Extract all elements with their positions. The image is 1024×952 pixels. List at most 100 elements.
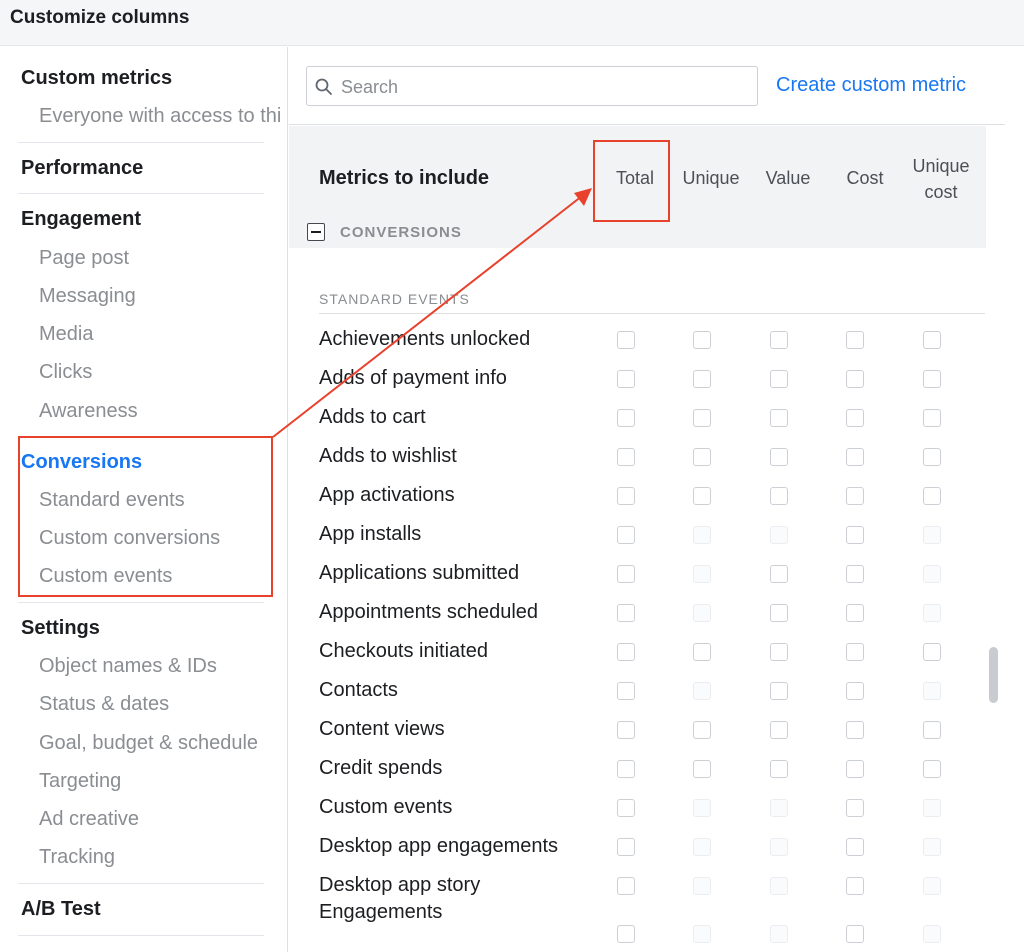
- checkbox-value[interactable]: [770, 370, 788, 388]
- checkbox-unique[interactable]: [693, 409, 711, 427]
- checkbox-unique[interactable]: [693, 721, 711, 739]
- checkbox-cost[interactable]: [846, 799, 864, 817]
- checkbox-unique[interactable]: [693, 448, 711, 466]
- checkbox-cost[interactable]: [846, 643, 864, 661]
- checkbox-value[interactable]: [770, 925, 788, 943]
- checkbox-unique-cost[interactable]: [923, 409, 941, 427]
- divider: [319, 313, 985, 314]
- checkbox-unique[interactable]: [693, 925, 711, 943]
- checkbox-cost[interactable]: [846, 409, 864, 427]
- checkbox-unique-cost: [923, 565, 941, 583]
- search-bar-area: Create custom metric: [289, 47, 1005, 125]
- checkbox-cost[interactable]: [846, 682, 864, 700]
- sidebar-item-status-dates[interactable]: Status & dates: [39, 693, 169, 716]
- checkbox-value[interactable]: [770, 604, 788, 622]
- column-header-unique: Unique: [682, 168, 740, 188]
- checkbox-unique-cost[interactable]: [923, 487, 941, 505]
- checkbox-value[interactable]: [770, 760, 788, 778]
- checkbox-total[interactable]: [617, 877, 635, 895]
- sidebar-custom-metrics[interactable]: Custom metrics: [21, 67, 172, 90]
- checkbox-value[interactable]: [770, 643, 788, 661]
- checkbox-total[interactable]: [617, 409, 635, 427]
- scrollbar-thumb[interactable]: [989, 647, 998, 703]
- checkbox-cost[interactable]: [846, 925, 864, 943]
- checkbox-total[interactable]: [617, 565, 635, 583]
- sidebar-item-custom-events[interactable]: Custom events: [39, 565, 172, 588]
- checkbox-unique[interactable]: [693, 487, 711, 505]
- checkbox-value[interactable]: [770, 448, 788, 466]
- sidebar-item-custom-conversions[interactable]: Custom conversions: [39, 527, 220, 550]
- checkbox-total[interactable]: [617, 838, 635, 856]
- checkbox-value[interactable]: [770, 565, 788, 583]
- checkbox-cost[interactable]: [846, 487, 864, 505]
- checkbox-value[interactable]: [770, 409, 788, 427]
- checkbox-cost[interactable]: [846, 331, 864, 349]
- checkbox-unique-cost[interactable]: [923, 760, 941, 778]
- conversions-section-label: CONVERSIONS: [340, 224, 462, 241]
- checkbox-value[interactable]: [770, 487, 788, 505]
- checkbox-unique-cost[interactable]: [923, 721, 941, 739]
- checkbox-unique-cost[interactable]: [923, 370, 941, 388]
- sidebar-item-object-names[interactable]: Object names & IDs: [39, 655, 217, 678]
- checkbox-total[interactable]: [617, 760, 635, 778]
- checkbox-unique-cost[interactable]: [923, 925, 941, 943]
- checkbox-unique-cost[interactable]: [923, 643, 941, 661]
- minus-square-icon[interactable]: [307, 223, 325, 241]
- checkbox-value: [770, 877, 788, 895]
- checkbox-value[interactable]: [770, 682, 788, 700]
- sidebar-item-standard-events[interactable]: Standard events: [39, 489, 185, 512]
- metric-row-label: Checkouts initiated: [319, 640, 488, 662]
- sidebar-item-ad-creative[interactable]: Ad creative: [39, 808, 139, 831]
- checkbox-total[interactable]: [617, 370, 635, 388]
- checkbox-total[interactable]: [617, 526, 635, 544]
- sidebar-item-clicks[interactable]: Clicks: [39, 361, 92, 384]
- metric-row-label: Applications submitted: [319, 562, 520, 584]
- checkbox-total[interactable]: [617, 604, 635, 622]
- sidebar-item-targeting[interactable]: Targeting: [39, 770, 121, 793]
- checkbox-cost[interactable]: [846, 448, 864, 466]
- create-custom-metric-link[interactable]: Create custom metric: [776, 74, 966, 97]
- checkbox-unique: [693, 604, 711, 622]
- checkbox-unique[interactable]: [693, 643, 711, 661]
- checkbox-total[interactable]: [617, 682, 635, 700]
- checkbox-total[interactable]: [617, 799, 635, 817]
- checkbox-unique: [693, 565, 711, 583]
- checkbox-unique-cost[interactable]: [923, 331, 941, 349]
- checkbox-value[interactable]: [770, 721, 788, 739]
- checkbox-total[interactable]: [617, 721, 635, 739]
- sidebar-item-tracking[interactable]: Tracking: [39, 846, 115, 869]
- sidebar-engagement[interactable]: Engagement: [21, 208, 141, 231]
- sidebar-item-page-post[interactable]: Page post: [39, 247, 129, 270]
- checkbox-total[interactable]: [617, 448, 635, 466]
- sidebar-item-awareness[interactable]: Awareness: [39, 400, 138, 423]
- search-input[interactable]: [341, 75, 741, 99]
- checkbox-cost[interactable]: [846, 526, 864, 544]
- checkbox-unique-cost[interactable]: [923, 448, 941, 466]
- scrollbar-track[interactable]: [986, 126, 1005, 952]
- checkbox-unique[interactable]: [693, 331, 711, 349]
- sidebar-conversions[interactable]: Conversions: [21, 451, 142, 474]
- checkbox-cost[interactable]: [846, 565, 864, 583]
- checkbox-total[interactable]: [617, 487, 635, 505]
- checkbox-unique[interactable]: [693, 760, 711, 778]
- checkbox-total[interactable]: [617, 925, 635, 943]
- sidebar-item-goal-budget[interactable]: Goal, budget & schedule: [39, 732, 258, 755]
- checkbox-cost[interactable]: [846, 370, 864, 388]
- sidebar-item-media[interactable]: Media: [39, 323, 93, 346]
- checkbox-total[interactable]: [617, 643, 635, 661]
- search-box[interactable]: [306, 66, 758, 106]
- checkbox-cost[interactable]: [846, 760, 864, 778]
- conversions-section-header[interactable]: CONVERSIONS: [289, 216, 1005, 248]
- checkbox-total[interactable]: [617, 331, 635, 349]
- sidebar-performance[interactable]: Performance: [21, 157, 143, 180]
- checkbox-cost[interactable]: [846, 604, 864, 622]
- sidebar-ab-test[interactable]: A/B Test: [21, 898, 101, 921]
- checkbox-value[interactable]: [770, 331, 788, 349]
- sidebar-item-messaging[interactable]: Messaging: [39, 285, 136, 308]
- sidebar-settings[interactable]: Settings: [21, 617, 100, 640]
- checkbox-cost[interactable]: [846, 838, 864, 856]
- divider: [18, 883, 264, 884]
- checkbox-cost[interactable]: [846, 877, 864, 895]
- checkbox-unique[interactable]: [693, 370, 711, 388]
- checkbox-cost[interactable]: [846, 721, 864, 739]
